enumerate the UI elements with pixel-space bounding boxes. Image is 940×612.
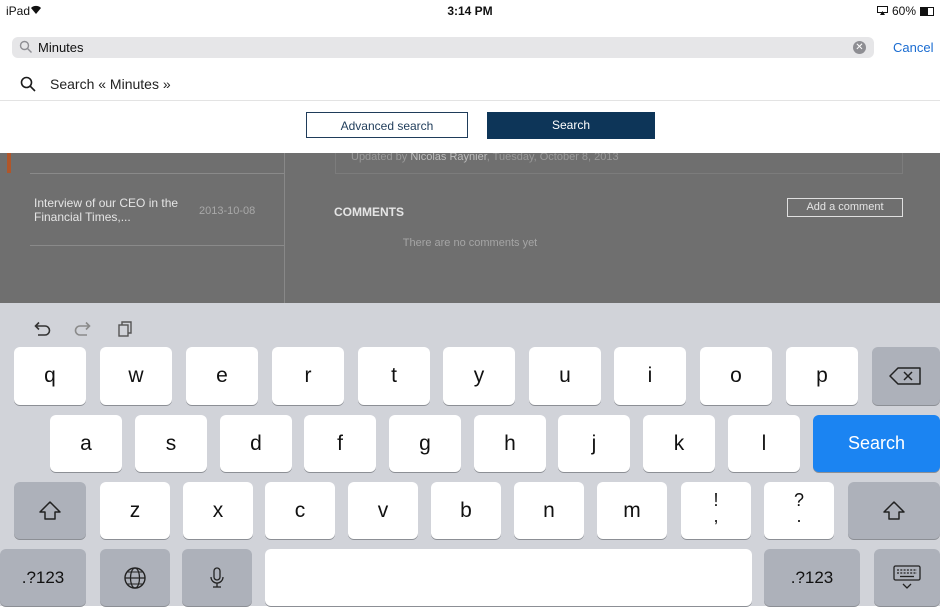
key-i[interactable]: i: [614, 347, 686, 405]
key-v[interactable]: v: [348, 482, 418, 539]
key-t[interactable]: t: [358, 347, 430, 405]
key-q[interactable]: q: [14, 347, 86, 405]
news-item-title: Interview of our CEO in the Financial Ti…: [34, 196, 179, 224]
battery-icon: [920, 6, 934, 16]
backspace-icon: [889, 367, 921, 385]
screen-mirror-icon: [876, 4, 888, 18]
comments-heading: COMMENTS: [334, 205, 404, 219]
battery-percent: 60%: [891, 4, 916, 18]
search-button[interactable]: Search: [487, 112, 655, 139]
numbers-key[interactable]: .?123: [0, 549, 86, 606]
shift-icon: [883, 501, 905, 520]
key-u[interactable]: u: [529, 347, 601, 405]
suggestion-label: Search « Minutes »: [50, 76, 171, 92]
paste-icon[interactable]: [114, 319, 136, 339]
updated-line: Updated by Nicolas Raynier, Tuesday, Oct…: [351, 153, 619, 163]
key-w[interactable]: w: [100, 347, 172, 405]
redo-icon[interactable]: [72, 319, 94, 339]
key-g[interactable]: g: [389, 415, 461, 472]
key-d[interactable]: d: [220, 415, 292, 472]
cancel-button[interactable]: Cancel: [893, 40, 933, 55]
key-a[interactable]: a: [50, 415, 122, 472]
battery-status: 60%: [876, 4, 934, 18]
shift-key[interactable]: [14, 482, 86, 539]
key-b[interactable]: b: [431, 482, 501, 539]
key-s[interactable]: s: [135, 415, 207, 472]
dictation-key[interactable]: [182, 549, 252, 606]
key-n[interactable]: n: [514, 482, 584, 539]
microphone-icon: [210, 567, 224, 588]
search-icon: [19, 40, 32, 53]
search-icon: [20, 76, 36, 92]
numbers-key-right[interactable]: .?123: [764, 549, 860, 606]
selection-marker: [7, 153, 11, 173]
search-suggestion[interactable]: Search « Minutes »: [0, 65, 940, 101]
status-bar: iPad 3:14 PM 60%: [0, 0, 940, 22]
advanced-search-button[interactable]: Advanced search: [306, 112, 468, 138]
search-key[interactable]: Search: [813, 415, 940, 472]
key-y[interactable]: y: [443, 347, 515, 405]
no-comments-text: There are no comments yet: [402, 237, 538, 249]
globe-key[interactable]: [100, 549, 170, 606]
shift-icon: [39, 501, 61, 520]
column-divider: [284, 153, 285, 303]
key-j[interactable]: j: [558, 415, 630, 472]
clock: 3:14 PM: [447, 4, 493, 18]
dimmed-background: Updated by Nicolas Raynier, Tuesday, Oct…: [0, 153, 940, 303]
backspace-key[interactable]: [872, 347, 940, 405]
news-item-date: 2013-10-08: [199, 205, 256, 217]
clear-icon[interactable]: ✕: [853, 41, 866, 54]
hide-keyboard-key[interactable]: [874, 549, 940, 606]
key-k[interactable]: k: [643, 415, 715, 472]
key-e[interactable]: e: [186, 347, 258, 405]
key-c[interactable]: c: [265, 482, 335, 539]
undo-icon[interactable]: [31, 319, 53, 339]
key-z[interactable]: z: [100, 482, 170, 539]
key-p[interactable]: p: [786, 347, 858, 405]
key-l[interactable]: l: [728, 415, 800, 472]
shift-key-right[interactable]: [848, 482, 940, 539]
keyboard-dismiss-icon: [893, 565, 921, 589]
key-o[interactable]: o: [700, 347, 772, 405]
search-field[interactable]: ✕: [12, 37, 874, 58]
key-question-period[interactable]: ?.: [764, 482, 834, 539]
key-f[interactable]: f: [304, 415, 376, 472]
divider: [30, 173, 284, 174]
add-comment-button: Add a comment: [787, 198, 903, 217]
search-input[interactable]: [38, 39, 838, 56]
globe-icon: [124, 567, 146, 589]
space-key[interactable]: [265, 549, 752, 606]
key-r[interactable]: r: [272, 347, 344, 405]
key-x[interactable]: x: [183, 482, 253, 539]
key-exclam-comma[interactable]: !,: [681, 482, 751, 539]
key-h[interactable]: h: [474, 415, 546, 472]
key-m[interactable]: m: [597, 482, 667, 539]
